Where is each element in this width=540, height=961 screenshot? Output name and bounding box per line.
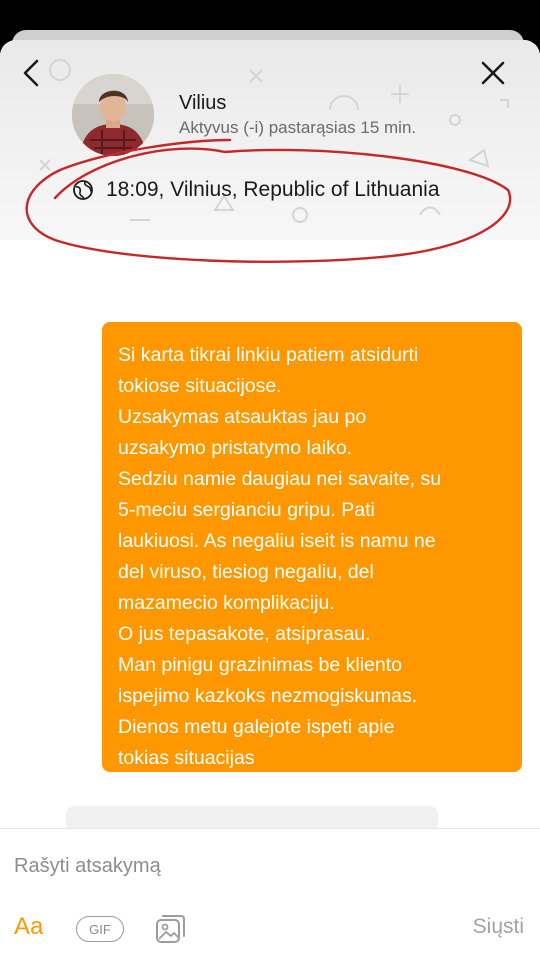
close-button[interactable]	[476, 56, 510, 90]
message-line: Uzsakymas atsauktas jau po	[118, 406, 367, 428]
message-line: Man pinigu grazinimas be kliento	[118, 654, 402, 676]
gif-label: GIF	[89, 921, 111, 937]
message-line: tokias situacijas	[118, 747, 255, 769]
avatar-photo	[72, 74, 154, 156]
message-line: del viruso, tiesiog negaliu, del	[118, 561, 374, 583]
globe-icon	[73, 180, 93, 200]
local-time-row: 18:09, Vilnius, Republic of Lithuania	[72, 178, 440, 202]
message-line: laukiuosi. As negaliu iseit is namu ne	[118, 530, 436, 552]
chat-header: Vilius Aktyvus (-i) pastarąsias 15 min. …	[0, 40, 540, 263]
reply-composer: Aa GIF Siųsti	[0, 828, 540, 961]
avatar[interactable]	[72, 74, 154, 156]
send-button[interactable]: Siųsti	[473, 915, 524, 939]
message-line: O jus tepasakote, atsiprasau.	[118, 623, 371, 645]
message-bubble-outgoing[interactable]: Si karta tikrai linkiu patiem atsidurti …	[102, 322, 522, 772]
reply-input[interactable]	[14, 851, 514, 881]
message-line: Dienos metu galejote ispeti apie	[118, 716, 395, 738]
message-line: 5-meciu sergianciu gripu. Pati	[118, 499, 375, 521]
message-line: uzsakymo pristatymo laiko.	[118, 437, 353, 459]
message-line: ispejimo kazkoks nezmogiskumas.	[118, 685, 418, 707]
chevron-left-icon	[23, 59, 39, 87]
gif-button[interactable]: GIF	[76, 916, 124, 942]
image-gallery-icon	[156, 915, 185, 943]
message-line: mazamecio komplikaciju.	[118, 592, 335, 614]
local-time-text: 18:09, Vilnius, Republic of Lithuania	[106, 178, 440, 201]
contact-name: Vilius	[179, 92, 227, 114]
message-line: Si karta tikrai linkiu patiem atsidurti	[118, 344, 419, 366]
chat-sheet: Vilius Aktyvus (-i) pastarąsias 15 min. …	[0, 40, 540, 961]
message-line: Sedziu namie daugiau nei savaite, su	[118, 468, 442, 490]
back-button[interactable]	[14, 56, 48, 90]
text-format-button[interactable]: Aa	[14, 913, 43, 941]
contact-activity-status: Aktyvus (-i) pastarąsias 15 min.	[179, 118, 417, 137]
image-button[interactable]	[154, 912, 188, 946]
message-line: tokiose situacijose.	[118, 375, 282, 397]
close-icon	[481, 61, 505, 85]
